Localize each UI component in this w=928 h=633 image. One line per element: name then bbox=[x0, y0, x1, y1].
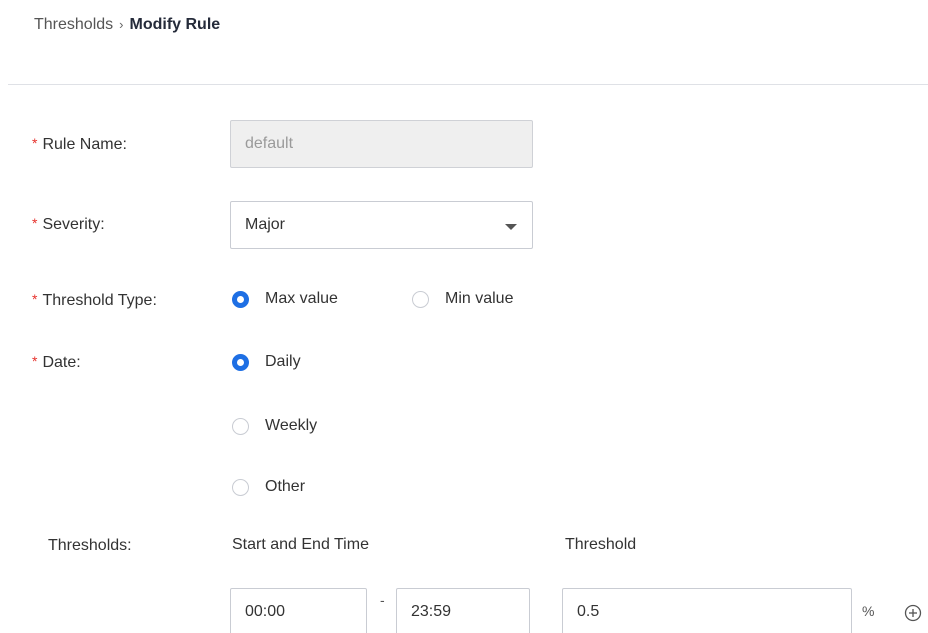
threshold-unit: % bbox=[862, 603, 875, 619]
severity-value: Major bbox=[245, 216, 286, 233]
breadcrumb-separator: › bbox=[119, 17, 124, 32]
radio-unchecked-icon bbox=[232, 478, 249, 496]
rule-name-value: default bbox=[245, 135, 294, 152]
start-end-time-header: Start and End Time bbox=[232, 536, 369, 553]
radio-daily-label: Daily bbox=[265, 353, 301, 370]
severity-select[interactable]: Major bbox=[230, 201, 533, 249]
required-mark: * bbox=[32, 135, 38, 151]
radio-min-value-label: Min value bbox=[445, 290, 514, 307]
threshold-value-input[interactable]: 0.5 bbox=[562, 588, 852, 633]
threshold-header: Threshold bbox=[565, 536, 637, 553]
radio-max-value[interactable]: Max value bbox=[232, 290, 338, 308]
start-time-input[interactable]: 00:00 bbox=[230, 588, 367, 633]
header-divider bbox=[8, 84, 928, 85]
radio-other-label: Other bbox=[265, 478, 306, 495]
radio-checked-icon bbox=[232, 290, 249, 308]
threshold-value: 0.5 bbox=[577, 603, 600, 620]
thresholds-label: Thresholds: bbox=[48, 537, 132, 554]
breadcrumb: Thresholds › Modify Rule bbox=[34, 14, 220, 36]
breadcrumb-current: Modify Rule bbox=[129, 16, 221, 33]
radio-unchecked-icon bbox=[232, 417, 249, 435]
radio-min-value[interactable]: Min value bbox=[412, 290, 513, 308]
end-time-value: 23:59 bbox=[411, 603, 452, 620]
radio-daily[interactable]: Daily bbox=[232, 353, 301, 371]
radio-checked-icon bbox=[232, 353, 249, 371]
breadcrumb-thresholds-link[interactable]: Thresholds bbox=[34, 14, 113, 36]
rule-name-input[interactable]: default bbox=[230, 120, 533, 168]
rule-name-label: * Rule Name: bbox=[32, 135, 127, 153]
add-circle-icon[interactable] bbox=[904, 604, 922, 622]
start-time-value: 00:00 bbox=[245, 603, 286, 620]
modify-rule-page: Thresholds › Modify Rule * Rule Name: def… bbox=[0, 0, 928, 633]
required-mark: * bbox=[32, 353, 38, 369]
required-mark: * bbox=[32, 215, 38, 231]
end-time-input[interactable]: 23:59 bbox=[396, 588, 530, 633]
required-mark: * bbox=[32, 291, 38, 307]
radio-max-value-label: Max value bbox=[265, 290, 338, 307]
time-range-separator: - bbox=[380, 592, 385, 608]
date-label: * Date: bbox=[32, 353, 81, 371]
radio-other[interactable]: Other bbox=[232, 478, 305, 496]
threshold-type-label: * Threshold Type: bbox=[32, 291, 157, 309]
radio-unchecked-icon bbox=[412, 290, 429, 308]
severity-label: * Severity: bbox=[32, 215, 105, 233]
caret-down-icon bbox=[505, 224, 517, 230]
radio-weekly[interactable]: Weekly bbox=[232, 417, 317, 435]
radio-weekly-label: Weekly bbox=[265, 417, 318, 434]
